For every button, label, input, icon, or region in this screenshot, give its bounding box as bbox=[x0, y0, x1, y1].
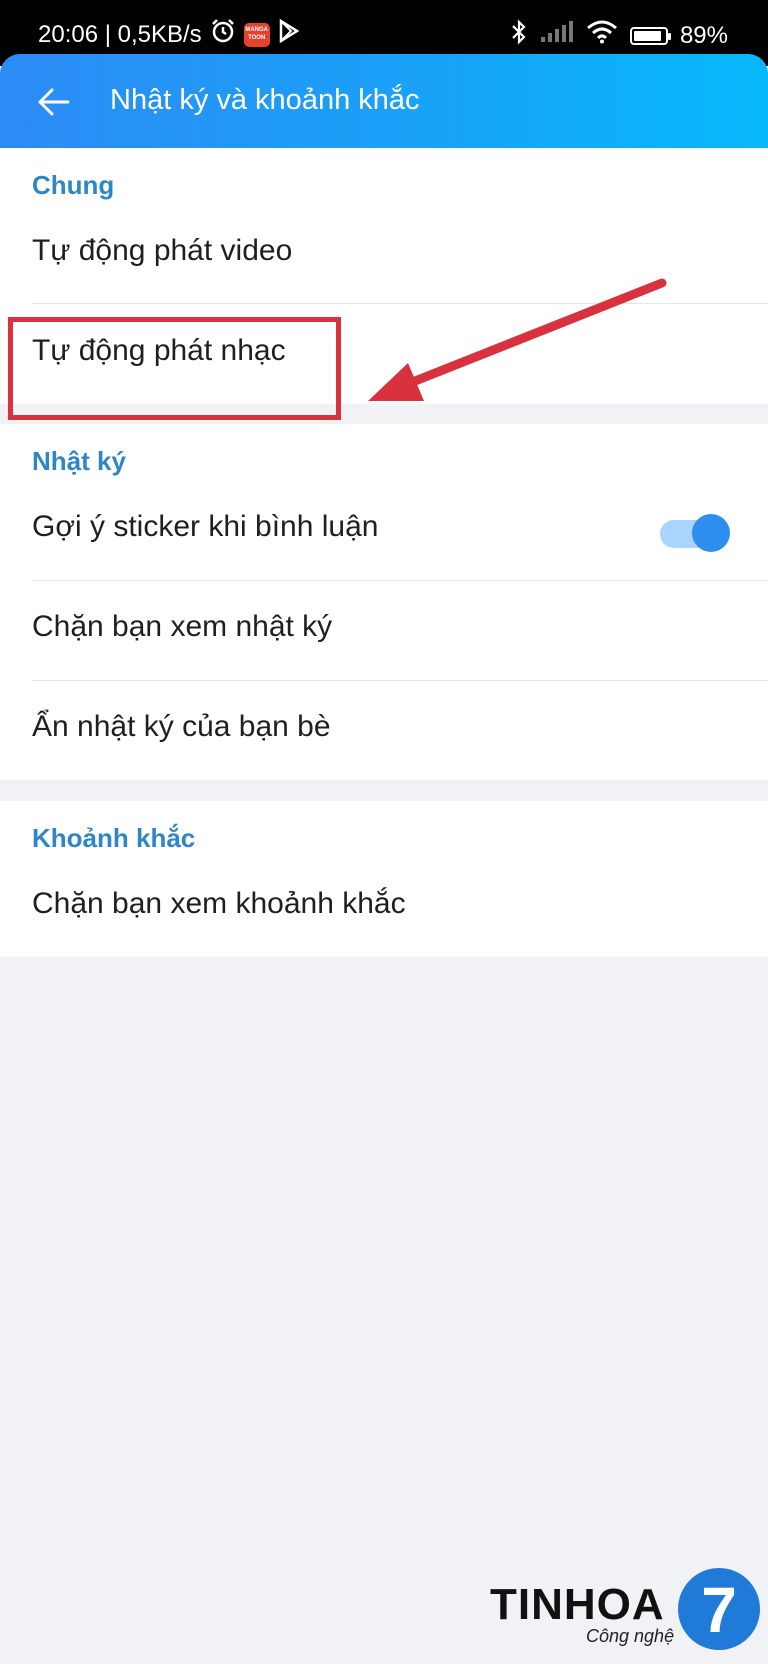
section-label-diary: Nhật ký bbox=[32, 446, 126, 476]
wifi-icon bbox=[586, 20, 618, 51]
setting-sticker-suggestion[interactable]: Gợi ý sticker khi bình luận bbox=[0, 480, 768, 580]
section-label-moments: Khoảnh khắc bbox=[32, 823, 196, 853]
setting-hide-friends-diary[interactable]: Ẩn nhật ký của bạn bè bbox=[0, 680, 768, 780]
battery-percent: 89% bbox=[679, 21, 728, 49]
setting-label: Tự động phát video bbox=[32, 234, 293, 267]
page-title: Nhật ký và khoảnh khắc bbox=[110, 84, 420, 116]
watermark-brand: TINHOA bbox=[490, 1580, 665, 1629]
app-header: Nhật ký và khoảnh khắc bbox=[0, 54, 768, 148]
battery-fill bbox=[633, 30, 661, 41]
play-store-icon bbox=[278, 18, 300, 50]
manga-toon-icon: MANGA TOON bbox=[243, 22, 270, 47]
battery-icon bbox=[629, 26, 671, 45]
bluetooth-icon bbox=[510, 18, 528, 53]
setting-block-diary-viewers[interactable]: Chặn bạn xem nhật ký bbox=[0, 580, 768, 680]
logo-circle-icon: 7 bbox=[678, 1568, 760, 1650]
setting-label: Chặn bạn xem nhật ký bbox=[32, 610, 333, 643]
section-moments: Khoảnh khắc Chặn bạn xem khoảnh khắc bbox=[0, 801, 768, 957]
arrow-left-icon bbox=[38, 88, 70, 116]
back-button[interactable] bbox=[34, 82, 74, 122]
alarm-icon bbox=[210, 18, 236, 51]
toggle-knob bbox=[692, 514, 730, 552]
setting-label: Ẩn nhật ký của bạn bè bbox=[32, 710, 331, 743]
section-label-general: Chung bbox=[32, 170, 115, 200]
logo-digit: 7 bbox=[701, 1574, 737, 1646]
status-time-speed: 20:06 | 0,5KB/s bbox=[38, 20, 202, 48]
setting-block-moments-viewers[interactable]: Chặn bạn xem khoảnh khắc bbox=[0, 857, 768, 957]
setting-label: Chặn bạn xem khoảnh khắc bbox=[32, 887, 406, 920]
annotation-highlight-box bbox=[8, 317, 341, 420]
setting-label: Gợi ý sticker khi bình luận bbox=[32, 510, 379, 543]
section-diary: Nhật ký Gợi ý sticker khi bình luận Chặn… bbox=[0, 424, 768, 780]
watermark-tagline: Công nghệ bbox=[586, 1626, 675, 1646]
signal-icon bbox=[540, 21, 574, 50]
watermark-logo: 7 TINHOA Công nghệ bbox=[490, 1568, 760, 1654]
sticker-suggestion-toggle[interactable] bbox=[658, 512, 730, 552]
annotation-arrow-icon bbox=[368, 278, 667, 401]
